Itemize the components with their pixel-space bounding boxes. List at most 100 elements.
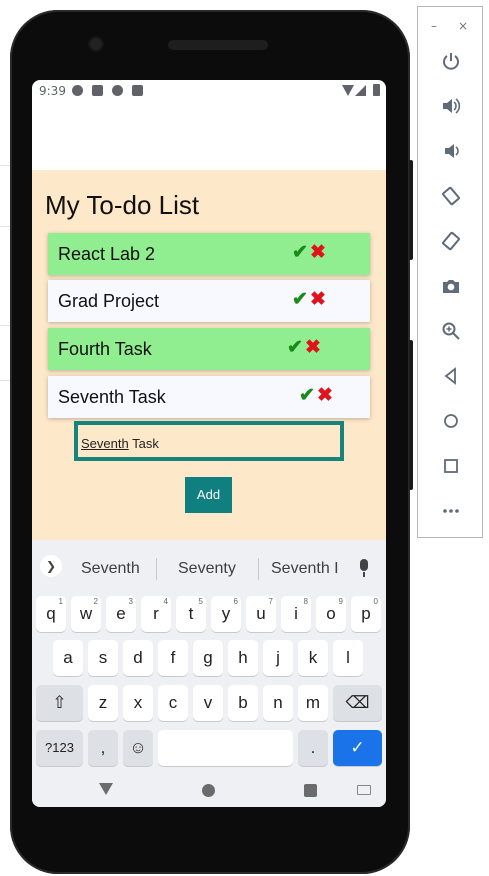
key-s[interactable]: s <box>88 640 118 676</box>
camera-icon[interactable] <box>439 276 463 300</box>
suggestion-item[interactable]: Seventy <box>178 560 236 578</box>
notification-icon <box>112 85 123 96</box>
earpiece-speaker <box>168 40 268 50</box>
shift-key[interactable]: ⇧ <box>36 685 83 721</box>
status-time: 9:39 <box>39 84 66 98</box>
front-camera <box>90 38 102 50</box>
complete-check-icon[interactable]: ✔ <box>287 336 303 359</box>
keyboard-switch-icon[interactable] <box>357 785 371 795</box>
delete-cross-icon[interactable]: ✖ <box>310 288 326 311</box>
notification-icon <box>92 85 103 96</box>
volume-up-icon[interactable] <box>439 96 463 120</box>
key-k[interactable]: k <box>298 640 328 676</box>
key-u[interactable]: u7 <box>246 596 276 632</box>
space-key[interactable] <box>158 730 293 766</box>
new-task-input[interactable]: Seventh Task <box>74 421 344 461</box>
recents-icon[interactable] <box>304 784 317 797</box>
emulator-panel: – × <box>417 6 483 538</box>
power-icon[interactable] <box>439 51 463 75</box>
task-item: Fourth Task ✔ ✖ <box>48 328 370 370</box>
key-q[interactable]: q1 <box>36 596 66 632</box>
volume-side-button <box>409 340 413 490</box>
battery-icon <box>373 84 380 96</box>
key-r[interactable]: r4 <box>141 596 171 632</box>
key-v[interactable]: v <box>193 685 223 721</box>
close-button[interactable]: × <box>458 19 468 33</box>
mic-stem <box>363 572 365 577</box>
back-icon[interactable] <box>99 783 113 795</box>
divider <box>156 558 157 580</box>
volume-down-icon[interactable] <box>439 141 463 165</box>
phone-frame: 9:39 My To-do List React Lab 2 ✔ ✖ Grad … <box>10 10 413 874</box>
suggestion-item[interactable]: Seventh I <box>271 560 339 578</box>
device-screen: 9:39 My To-do List React Lab 2 ✔ ✖ Grad … <box>32 80 386 807</box>
key-c[interactable]: c <box>158 685 188 721</box>
mic-icon[interactable] <box>360 559 368 571</box>
todo-app: My To-do List React Lab 2 ✔ ✖ Grad Proje… <box>32 170 386 540</box>
complete-check-icon[interactable]: ✔ <box>292 241 308 264</box>
key-y[interactable]: y6 <box>211 596 241 632</box>
rotate-left-icon[interactable] <box>439 186 463 210</box>
delete-cross-icon[interactable]: ✖ <box>305 336 321 359</box>
key-w[interactable]: w2 <box>71 596 101 632</box>
emoji-key[interactable]: ☺ <box>123 730 153 766</box>
comma-key[interactable]: , <box>88 730 118 766</box>
key-g[interactable]: g <box>193 640 223 676</box>
key-o[interactable]: o9 <box>316 596 346 632</box>
suggestion-item[interactable]: Seventh <box>81 560 140 578</box>
rotate-right-icon[interactable] <box>439 231 463 255</box>
key-x[interactable]: x <box>123 685 153 721</box>
back-icon[interactable] <box>439 366 463 390</box>
add-button[interactable]: Add <box>185 477 232 513</box>
key-m[interactable]: m <box>298 685 328 721</box>
composing-word: Seventh <box>81 436 129 451</box>
notification-icon <box>72 85 83 96</box>
suggestion-strip: ❯ Seventh Seventy Seventh I <box>32 540 386 590</box>
task-label: Grad Project <box>58 291 160 311</box>
symbols-key[interactable]: ?123 <box>36 730 83 766</box>
overview-icon[interactable] <box>439 456 463 480</box>
key-i[interactable]: i8 <box>281 596 311 632</box>
complete-check-icon[interactable]: ✔ <box>299 384 315 407</box>
home-icon[interactable] <box>202 784 215 797</box>
key-p[interactable]: p0 <box>351 596 381 632</box>
sd-card-icon <box>132 85 143 96</box>
key-a[interactable]: a <box>53 640 83 676</box>
enter-key[interactable]: ✓ <box>333 730 382 766</box>
task-label: Seventh Task <box>58 387 166 407</box>
key-f[interactable]: f <box>158 640 188 676</box>
minimize-button[interactable]: – <box>431 19 437 33</box>
task-label: React Lab 2 <box>58 244 156 264</box>
input-text: Seventh Task <box>81 436 159 451</box>
wifi-icon <box>342 85 354 96</box>
page-title: My To-do List <box>45 190 200 220</box>
status-bar: 9:39 <box>32 80 386 102</box>
key-b[interactable]: b <box>228 685 258 721</box>
delete-cross-icon[interactable]: ✖ <box>317 384 333 407</box>
complete-check-icon[interactable]: ✔ <box>292 288 308 311</box>
key-n[interactable]: n <box>263 685 293 721</box>
key-l[interactable]: l <box>333 640 363 676</box>
task-item: React Lab 2 ✔ ✖ <box>48 233 370 275</box>
delete-cross-icon[interactable]: ✖ <box>310 241 326 264</box>
backspace-key[interactable]: ⌫ <box>333 685 382 721</box>
period-key[interactable]: . <box>298 730 328 766</box>
input-word: Task <box>132 436 159 451</box>
soft-keyboard: ❯ Seventh Seventy Seventh I q1 w2 e3 r4 … <box>32 540 386 775</box>
key-z[interactable]: z <box>88 685 118 721</box>
divider <box>258 558 259 580</box>
key-d[interactable]: d <box>123 640 153 676</box>
home-icon[interactable] <box>439 411 463 435</box>
power-side-button <box>409 160 413 260</box>
key-e[interactable]: e3 <box>106 596 136 632</box>
key-h[interactable]: h <box>228 640 258 676</box>
zoom-icon[interactable] <box>439 321 463 345</box>
task-item: Grad Project ✔ ✖ <box>48 280 370 322</box>
task-label: Fourth Task <box>58 339 152 359</box>
expand-chevron-icon[interactable]: ❯ <box>40 555 62 577</box>
key-j[interactable]: j <box>263 640 293 676</box>
more-icon[interactable] <box>439 501 463 525</box>
system-nav-bar <box>32 775 386 807</box>
key-t[interactable]: t5 <box>176 596 206 632</box>
task-item: Seventh Task ✔ ✖ <box>48 376 370 418</box>
